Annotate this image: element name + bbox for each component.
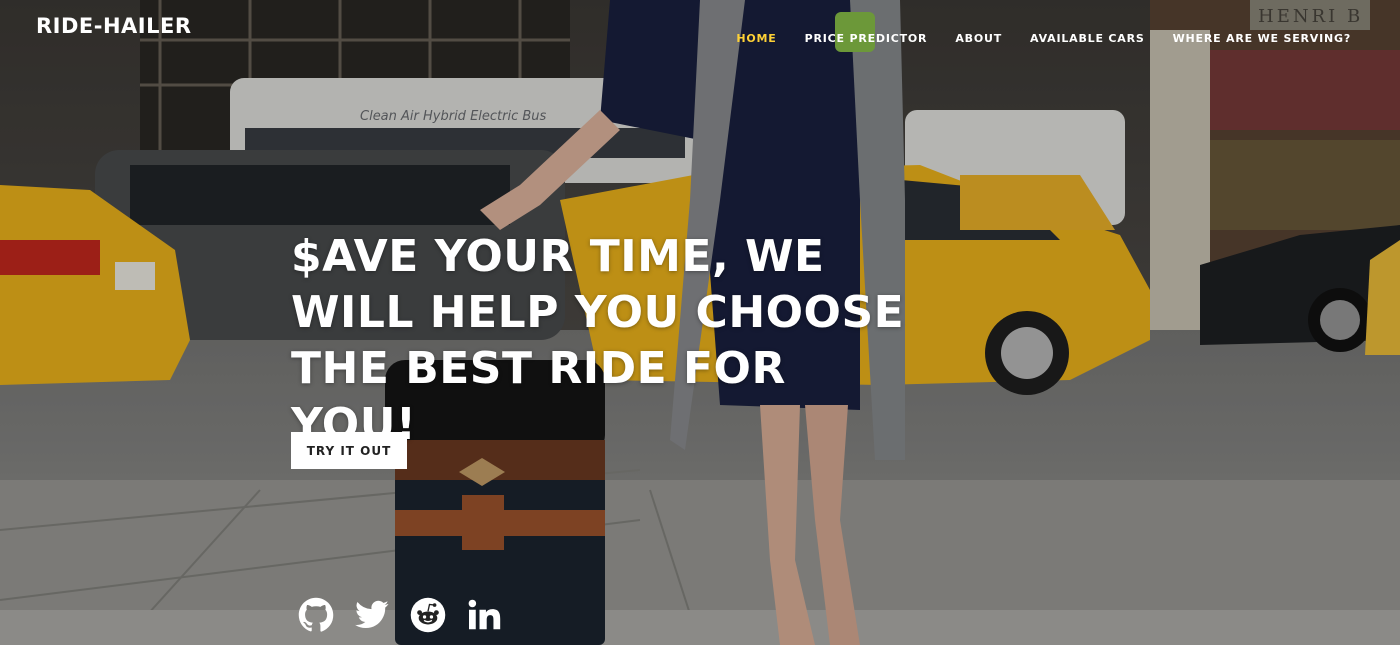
nav-link-about[interactable]: ABOUT: [955, 32, 1002, 45]
nav-item-home: HOME: [736, 27, 776, 46]
nav-link-price-predictor[interactable]: PRICE PREDICTOR: [805, 32, 928, 45]
navbar: RIDE-HAILER HOME PRICE PREDICTOR ABOUT A…: [0, 0, 1400, 68]
nav-menu: HOME PRICE PREDICTOR ABOUT AVAILABLE CAR…: [736, 27, 1351, 46]
nav-item-available-cars: AVAILABLE CARS: [1030, 27, 1145, 46]
nav-link-home[interactable]: HOME: [736, 32, 776, 45]
hero-section: HENRI B Clean Air Hybrid Electric Bus RI…: [0, 0, 1400, 645]
brand-logo[interactable]: RIDE-HAILER: [36, 14, 192, 38]
nav-item-where-serving: WHERE ARE WE SERVING?: [1173, 27, 1351, 46]
twitter-icon: [355, 600, 389, 629]
hero-headline: $AVE YOUR TIME, WE WILL HELP YOU CHOOSE …: [291, 231, 905, 450]
linkedin-icon: [468, 599, 501, 630]
nav-item-price-predictor: PRICE PREDICTOR: [805, 27, 928, 46]
nav-link-available-cars[interactable]: AVAILABLE CARS: [1030, 32, 1145, 45]
try-it-out-button[interactable]: TRY IT OUT: [291, 432, 407, 469]
twitter-link[interactable]: [354, 597, 390, 633]
github-link[interactable]: [298, 597, 334, 633]
linkedin-link[interactable]: [466, 597, 502, 633]
reddit-icon: [410, 597, 446, 633]
github-icon: [298, 597, 334, 632]
nav-link-where-serving[interactable]: WHERE ARE WE SERVING?: [1173, 32, 1351, 45]
reddit-link[interactable]: [410, 597, 446, 633]
social-links: [298, 597, 502, 633]
nav-item-about: ABOUT: [955, 27, 1002, 46]
